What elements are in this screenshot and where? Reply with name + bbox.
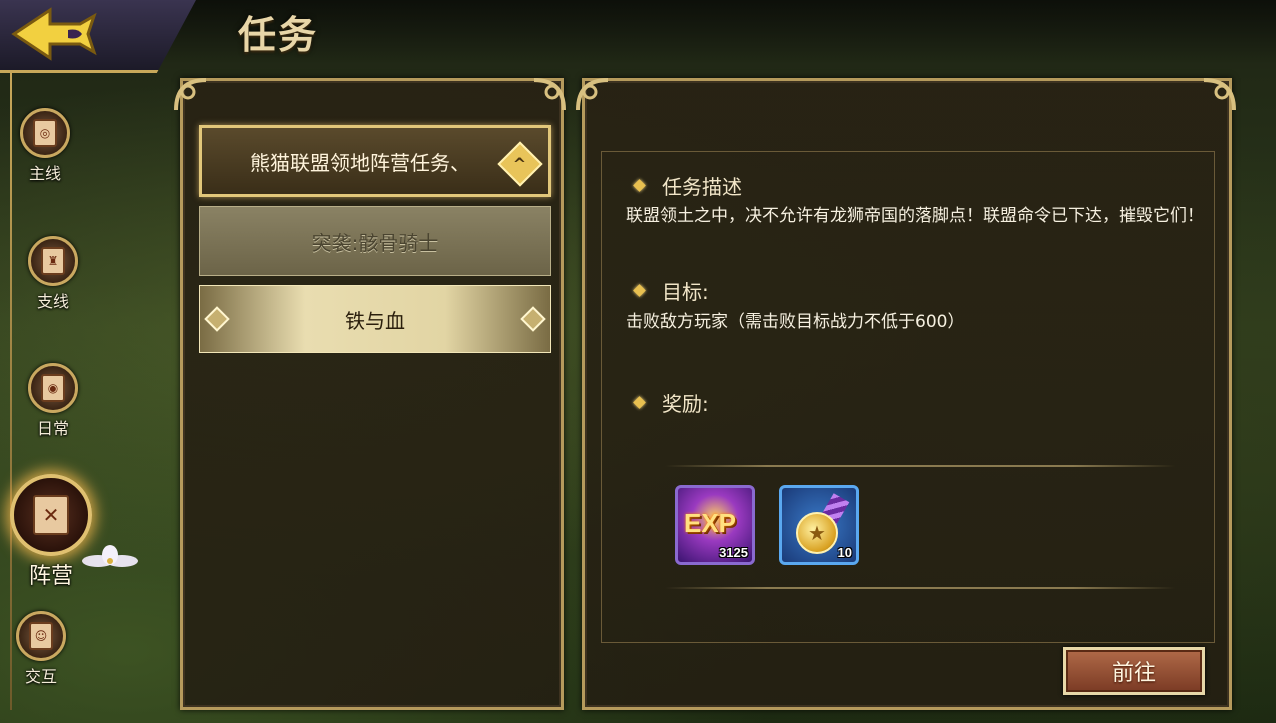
description-text: 联盟领土之中，决不允许有龙狮帝国的落脚点！联盟命令已下达，摧毁它们！ <box>626 206 1204 226</box>
quest-item-selected[interactable]: 铁与血 <box>199 285 551 353</box>
corner-ornament-icon <box>533 78 566 111</box>
medal-icon: ★ <box>796 512 838 554</box>
quest-item-label: 突袭:骸骨骑士 <box>311 230 439 255</box>
description-heading-label: 任务描述 <box>662 175 742 199</box>
goal-heading: 目标: <box>633 276 709 305</box>
corner-ornament-icon <box>1203 78 1236 111</box>
quest-category-header[interactable]: 熊猫联盟领地阵营任务、 ^ <box>199 125 551 197</box>
reward-exp-item[interactable]: EXP 3125 <box>675 485 755 565</box>
quest-category-label: 熊猫联盟领地阵营任务、 <box>250 150 470 175</box>
sidebar-item-label: 主线 <box>28 164 61 183</box>
go-button[interactable]: 前往 <box>1063 647 1205 695</box>
page-title: 任务 <box>238 13 319 57</box>
back-arrow-icon <box>11 7 97 61</box>
quest-item-label: 铁与血 <box>345 308 405 333</box>
scroll-icon: ♜ <box>28 236 78 286</box>
reward-divider-top <box>665 465 1175 467</box>
chevron-up-icon: ^ <box>513 154 527 174</box>
corner-ornament-icon <box>576 78 609 111</box>
exp-icon: EXP <box>684 508 737 538</box>
reward-heading: 奖励: <box>633 388 709 417</box>
corner-ornament-icon <box>174 78 207 111</box>
quest-list-panel: 熊猫联盟领地阵营任务、 ^ 突袭:骸骨骑士 铁与血 <box>180 78 564 710</box>
sidebar-item-label: 日常 <box>36 419 69 438</box>
reward-heading-label: 奖励: <box>662 392 709 416</box>
diamond-bullet-icon <box>633 284 646 297</box>
sidebar-item-label: 交互 <box>24 667 57 686</box>
people-icon: ☺ <box>16 611 66 661</box>
sidebar-item-side[interactable]: ♜ 支线 <box>8 236 98 312</box>
crossed-swords-icon: ✕ <box>10 474 92 556</box>
sidebar-item-label: 阵营 <box>28 564 73 589</box>
scroll-icon: ◉ <box>28 363 78 413</box>
sidebar-item-daily[interactable]: ◉ 日常 <box>8 363 98 439</box>
diamond-ornament-icon <box>204 306 230 332</box>
top-bar <box>0 0 1276 64</box>
sidebar-item-main[interactable]: ◎ 主线 <box>0 108 90 184</box>
sidebar-item-interact[interactable]: ☺ 交互 <box>0 611 86 687</box>
reward-count: 3125 <box>719 545 748 560</box>
diamond-bullet-icon <box>633 179 646 192</box>
reward-medal-item[interactable]: ★ 10 <box>779 485 859 565</box>
reward-count: 10 <box>837 545 852 560</box>
reward-divider-bottom <box>665 587 1175 589</box>
quest-item-disabled[interactable]: 突袭:骸骨骑士 <box>199 206 551 276</box>
description-heading: 任务描述 <box>633 171 742 200</box>
scroll-icon: ◎ <box>20 108 70 158</box>
diamond-ornament-icon <box>520 306 546 332</box>
sidebar-item-faction[interactable]: ✕ 阵营 <box>6 474 96 590</box>
diamond-bullet-icon <box>633 396 646 409</box>
sidebar-item-label: 支线 <box>36 292 69 311</box>
expand-toggle-button[interactable]: ^ <box>497 141 543 187</box>
quest-detail-panel: 任务描述 联盟领土之中，决不允许有龙狮帝国的落脚点！联盟命令已下达，摧毁它们！ … <box>582 78 1232 710</box>
goal-text: 击败敌方玩家（需击败目标战力不低于600） <box>626 312 965 332</box>
goal-heading-label: 目标: <box>662 280 709 304</box>
